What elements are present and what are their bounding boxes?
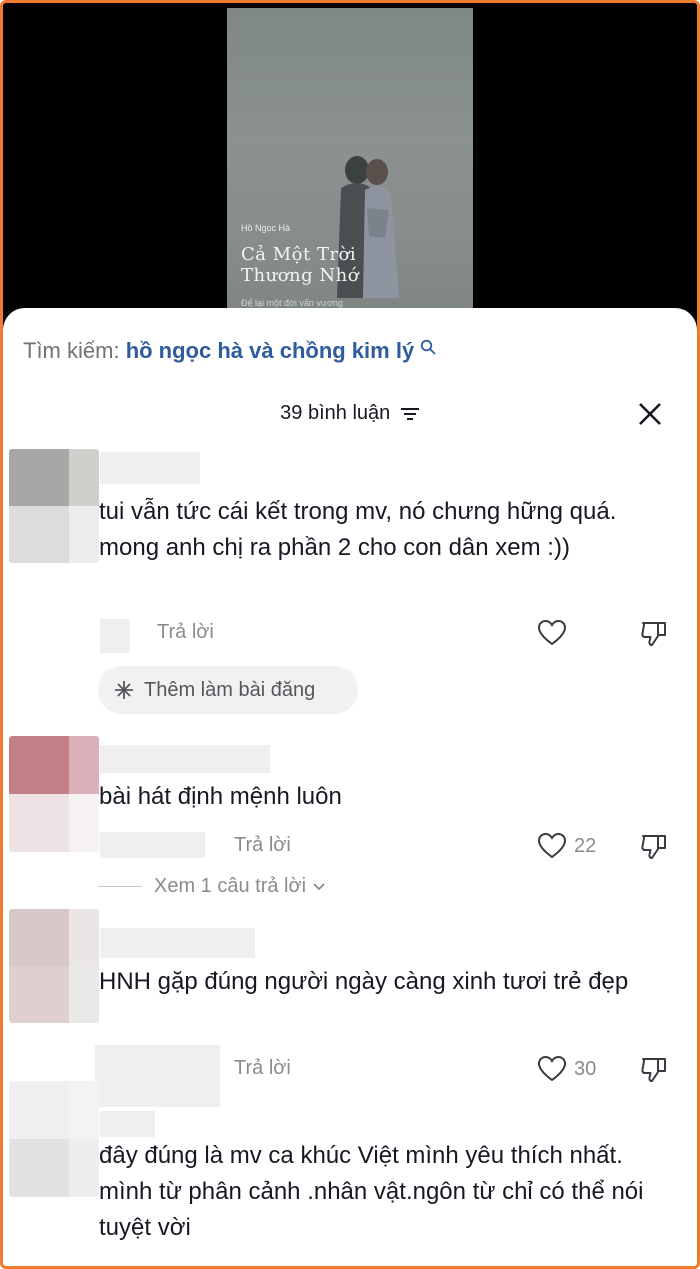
heart-icon[interactable] bbox=[537, 832, 567, 860]
comment-text: đây đúng là mv ca khúc Việt mình yêu thí… bbox=[99, 1142, 644, 1241]
song-title-line-2: Thương Nhớ bbox=[241, 265, 360, 286]
reply-button[interactable]: Trả lời bbox=[234, 834, 291, 857]
heart-icon[interactable] bbox=[537, 1055, 567, 1083]
video-thumbnail[interactable]: Hồ Ngọc Hà Cả Một Trời Thương Nhớ Để lại… bbox=[227, 8, 473, 333]
avatar[interactable] bbox=[9, 449, 99, 563]
comment-text: tui vẫn tức cái kết trong mv, nó chưng h… bbox=[99, 498, 617, 561]
like-count: 22 bbox=[574, 835, 597, 857]
search-suggestion[interactable]: Tìm kiếm: hồ ngọc hà và chồng kim lý bbox=[23, 338, 436, 364]
chevron-down-icon bbox=[312, 883, 325, 890]
like-count: 30 bbox=[574, 1058, 597, 1080]
comments-sheet: Tìm kiếm: hồ ngọc hà và chồng kim lý 39 … bbox=[3, 308, 697, 1266]
search-query[interactable]: hồ ngọc hà và chồng kim lý bbox=[126, 338, 415, 363]
close-icon[interactable] bbox=[637, 401, 663, 427]
view-replies-button[interactable]: Xem 1 câu trả lời bbox=[98, 875, 326, 898]
sparkle-icon bbox=[115, 681, 133, 699]
reply-button[interactable]: Trả lời bbox=[234, 1057, 291, 1080]
comment-count: 39 bình luận bbox=[280, 402, 391, 424]
search-label: Tìm kiếm: bbox=[23, 338, 120, 363]
comments-header: 39 bình luận bbox=[3, 402, 697, 425]
username-blurred[interactable] bbox=[100, 452, 200, 484]
date-blurred bbox=[95, 1045, 220, 1107]
dislike-icon[interactable] bbox=[639, 618, 669, 648]
heart-icon[interactable] bbox=[537, 619, 567, 647]
avatar[interactable] bbox=[9, 909, 99, 1023]
video-artist: Hồ Ngọc Hà bbox=[241, 223, 291, 233]
video-song-title: Cả Một Trời Thương Nhớ bbox=[241, 244, 359, 286]
username-blurred[interactable] bbox=[100, 745, 270, 773]
date-blurred bbox=[100, 619, 130, 653]
dislike-icon[interactable] bbox=[639, 831, 669, 861]
sort-icon[interactable] bbox=[400, 406, 420, 422]
video-subtitle: Để lại một đời vấn vương bbox=[241, 298, 343, 308]
divider-line bbox=[98, 886, 142, 888]
search-icon bbox=[421, 339, 436, 355]
dislike-icon[interactable] bbox=[639, 1054, 669, 1084]
avatar[interactable] bbox=[9, 1081, 99, 1197]
video-player[interactable]: Hồ Ngọc Hà Cả Một Trời Thương Nhớ Để lại… bbox=[3, 3, 697, 333]
username-blurred[interactable] bbox=[100, 928, 255, 958]
add-post-chip[interactable]: Thêm làm bài đăng bbox=[98, 666, 358, 714]
comment-text: bài hát định mệnh luôn bbox=[99, 783, 342, 810]
comment-text: HNH gặp đúng người ngày càng xinh tươi t… bbox=[99, 968, 629, 995]
avatar[interactable] bbox=[9, 736, 99, 852]
date-blurred bbox=[100, 832, 205, 858]
song-title-line-1: Cả Một Trời bbox=[241, 244, 357, 265]
add-post-label: Thêm làm bài đăng bbox=[144, 679, 316, 701]
username-blurred[interactable] bbox=[100, 1111, 155, 1137]
reply-button[interactable]: Trả lời bbox=[157, 621, 214, 644]
view-replies-label: Xem 1 câu trả lời bbox=[154, 875, 307, 897]
